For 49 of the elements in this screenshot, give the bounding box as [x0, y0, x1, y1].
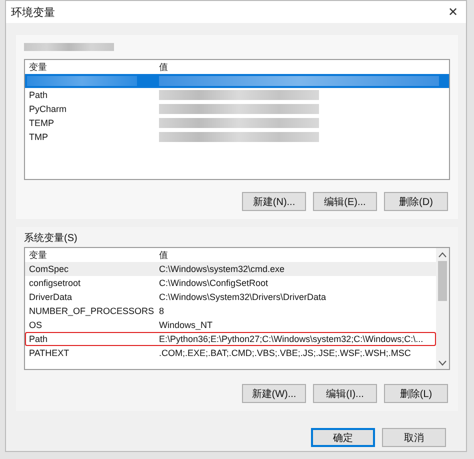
variable-value: .COM;.EXE;.BAT;.CMD;.VBS;.VBE;.JS;.JSE;.WSF;.WSH;.MSC	[158, 348, 412, 358]
action-button[interactable]: 编辑(E)...	[313, 192, 377, 211]
variable-name: Path	[28, 334, 49, 344]
list-row[interactable]: TEMP	[25, 116, 449, 130]
column-header[interactable]: 变量	[25, 248, 155, 262]
scroll-thumb[interactable]	[438, 261, 447, 301]
list-row[interactable]: PyCharm	[25, 102, 449, 116]
column-header[interactable]: 值	[155, 60, 435, 74]
variable-name: configsetroot	[28, 278, 82, 288]
action-button[interactable]: 新建(N)...	[242, 192, 306, 211]
action-button[interactable]: 编辑(I)...	[313, 384, 377, 403]
window-title: 环境变量	[11, 6, 55, 20]
dialog-button[interactable]: 确定	[311, 428, 375, 447]
list-row[interactable]: Path	[25, 88, 449, 102]
list-row[interactable]: DriverData C:\Windows\System32\Drivers\DriverData	[25, 290, 436, 304]
list-row[interactable]: TMP	[25, 130, 449, 144]
variable-name: PyCharm	[28, 104, 68, 114]
scroll-down-icon[interactable]	[438, 359, 447, 367]
action-button[interactable]: 删除(L)	[384, 384, 448, 403]
variable-value: E:\Python36;E:\Python27;C:\Windows\system32;C:\Windows;C:\...	[158, 334, 424, 344]
list-row[interactable]: NUMBER_OF_PROCESSORS 8	[25, 304, 436, 318]
list-row[interactable]: PATHEXT .COM;.EXE;.BAT;.CMD;.VBS;.VBE;.JS;.JSE;.WSF;.WSH;.MSC	[25, 346, 436, 360]
list-row[interactable]: Path E:\Python36;E:\Python27;C:\Windows\system32;C:\Windows;C:\...	[25, 332, 436, 346]
variable-value: C:\Windows\system32\cmd.exe	[158, 264, 286, 274]
variable-name: PATHEXT	[28, 348, 70, 358]
action-button[interactable]: 新建(W)...	[242, 384, 306, 403]
variable-name: ComSpec	[28, 264, 70, 274]
list-row[interactable]	[25, 74, 449, 88]
variable-value: C:\Windows\System32\Drivers\DriverData	[158, 292, 328, 302]
scrollbar[interactable]	[436, 248, 449, 369]
variable-name: Path	[28, 90, 49, 100]
column-header[interactable]: 值	[155, 248, 436, 262]
list-row[interactable]: configsetroot C:\Windows\ConfigSetRoot	[25, 276, 436, 290]
action-button[interactable]: 删除(D)	[384, 192, 448, 211]
variable-name: TEMP	[28, 118, 56, 128]
variable-value: Windows_NT	[158, 320, 214, 330]
section-label: 系统变量(S)	[24, 233, 78, 245]
dialog-button[interactable]: 取消	[382, 428, 446, 447]
variable-name: DriverData	[28, 292, 74, 302]
scroll-up-icon[interactable]	[438, 251, 447, 259]
list-row[interactable]: OS Windows_NT	[25, 318, 436, 332]
column-header[interactable]: 变量	[25, 60, 155, 74]
variable-name: NUMBER_OF_PROCESSORS	[28, 306, 155, 316]
list-row[interactable]: ComSpec C:\Windows\system32\cmd.exe	[25, 262, 436, 276]
variable-value: C:\Windows\ConfigSetRoot	[158, 278, 270, 288]
close-button[interactable]: ✕	[448, 5, 458, 19]
variable-value: 8	[158, 306, 166, 316]
variable-name: OS	[28, 320, 44, 330]
variable-name: TMP	[28, 132, 49, 142]
